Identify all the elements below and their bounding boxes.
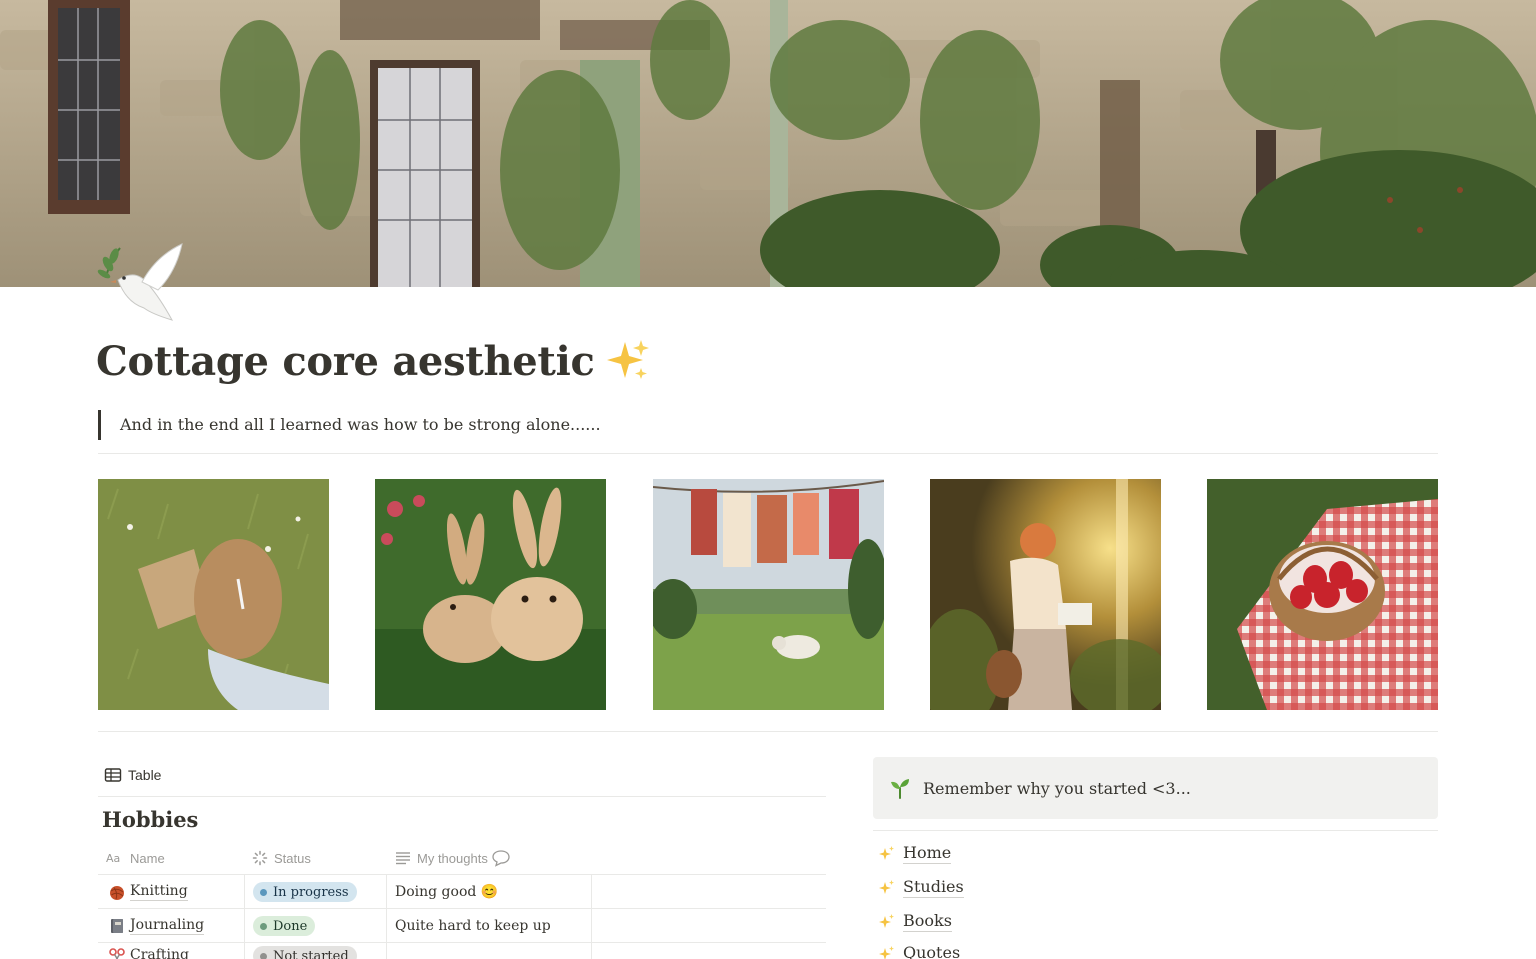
- table-row[interactable]: Knitting In progress Doing good 😊: [98, 875, 826, 909]
- page-title[interactable]: Cottage core aesthetic: [96, 336, 651, 394]
- status-label: In progress: [273, 884, 349, 900]
- sparkles-icon: [879, 845, 894, 860]
- status-dot: [260, 922, 267, 930]
- scissors-icon: [109, 948, 125, 959]
- status-badge: Done: [253, 916, 316, 936]
- divider: [98, 453, 1438, 454]
- dove-icon[interactable]: [96, 238, 188, 330]
- table-header: Aa Name Status My thoughts: [98, 841, 826, 875]
- column-header-label: Status: [274, 850, 311, 866]
- nav-link-label: Books: [903, 910, 952, 932]
- sparkles-icon: [603, 336, 651, 394]
- divider: [244, 943, 245, 959]
- column-header-status[interactable]: Status: [252, 841, 311, 875]
- status-dot: [260, 952, 267, 959]
- divider: [386, 943, 387, 959]
- nav-link-label: Home: [903, 842, 952, 864]
- status-label: Not started: [273, 948, 349, 959]
- thoughts-text: Doing good 😊: [395, 884, 499, 900]
- divider: [98, 731, 1438, 732]
- row-name: Knitting: [130, 883, 188, 901]
- status-cell[interactable]: Done: [253, 909, 316, 943]
- girl-reading-in-sunlight-photo[interactable]: [930, 479, 1161, 710]
- divider: [98, 796, 826, 797]
- sparkles-icon: [879, 913, 894, 928]
- status-cell[interactable]: Not started: [253, 939, 357, 959]
- status-dot: [260, 888, 267, 896]
- divider: [591, 943, 592, 959]
- status-cell[interactable]: In progress: [253, 875, 357, 909]
- thoughts-cell[interactable]: Quite hard to keep up: [395, 909, 551, 943]
- name-cell[interactable]: Crafting: [108, 939, 189, 959]
- divider: [591, 875, 592, 909]
- divider: [244, 909, 245, 943]
- name-cell[interactable]: Journaling: [108, 909, 205, 943]
- speech-bubble-icon: [492, 850, 510, 867]
- divider: [386, 875, 387, 909]
- thoughts-text: Quite hard to keep up: [395, 918, 551, 934]
- divider: [591, 909, 592, 943]
- hobbies-table: Aa Name Status My thoughts Knitting In p…: [98, 841, 826, 959]
- divider: [244, 875, 245, 909]
- row-name: Journaling: [130, 917, 205, 935]
- callout-block[interactable]: Remember why you started <3...: [873, 757, 1438, 819]
- nav-link-quotes[interactable]: Quotes: [878, 940, 960, 959]
- view-tab-label: Table: [128, 767, 162, 783]
- table-row[interactable]: Crafting Not started: [98, 943, 826, 959]
- page-title-text: Cottage core aesthetic: [96, 338, 595, 385]
- two-bunnies-photo[interactable]: [375, 479, 606, 710]
- status-property-icon: [252, 850, 268, 866]
- text-property-icon: Aa: [106, 852, 120, 865]
- nav-link-books[interactable]: Books: [878, 908, 952, 934]
- table-icon: [104, 768, 122, 782]
- callout-text: Remember why you started <3...: [923, 778, 1191, 798]
- column-header-thoughts[interactable]: My thoughts: [395, 841, 511, 875]
- strawberry-basket-picnic-photo[interactable]: [1207, 479, 1438, 710]
- status-badge: Not started: [253, 946, 357, 959]
- database-title[interactable]: Hobbies: [102, 807, 198, 832]
- name-cell[interactable]: Knitting: [108, 875, 188, 909]
- table-row[interactable]: Journaling Done Quite hard to keep up: [98, 909, 826, 943]
- sparkles-icon: [879, 945, 894, 959]
- column-header-name[interactable]: Aa Name: [106, 841, 165, 875]
- status-badge: In progress: [253, 882, 357, 902]
- row-name: Crafting: [130, 947, 189, 959]
- notebook-icon: [111, 919, 123, 933]
- nav-link-label: Quotes: [903, 943, 960, 959]
- nav-link-home[interactable]: Home: [878, 840, 952, 866]
- status-label: Done: [273, 918, 308, 934]
- column-header-label: My thoughts: [417, 850, 488, 866]
- thoughts-cell[interactable]: Doing good 😊: [395, 875, 498, 909]
- quote-block[interactable]: And in the end all I learned was how to …: [98, 410, 601, 440]
- view-tab-table[interactable]: Table: [104, 764, 161, 786]
- text-lines-icon: [396, 852, 410, 865]
- sparkles-icon: [879, 879, 894, 894]
- yarn-icon: [110, 886, 124, 900]
- girl-reading-in-grass-photo[interactable]: [98, 479, 329, 710]
- divider: [873, 830, 1438, 831]
- cover-image: [0, 0, 1536, 287]
- seedling-icon: [891, 779, 909, 799]
- divider: [386, 909, 387, 943]
- column-header-label: Name: [130, 850, 165, 866]
- clothesline-meadow-photo[interactable]: [653, 479, 884, 710]
- nav-link-studies[interactable]: Studies: [878, 874, 964, 900]
- quote-text: And in the end all I learned was how to …: [120, 415, 601, 434]
- image-gallery: [98, 479, 1438, 710]
- nav-link-label: Studies: [903, 876, 964, 898]
- svg-text:Aa: Aa: [106, 852, 120, 865]
